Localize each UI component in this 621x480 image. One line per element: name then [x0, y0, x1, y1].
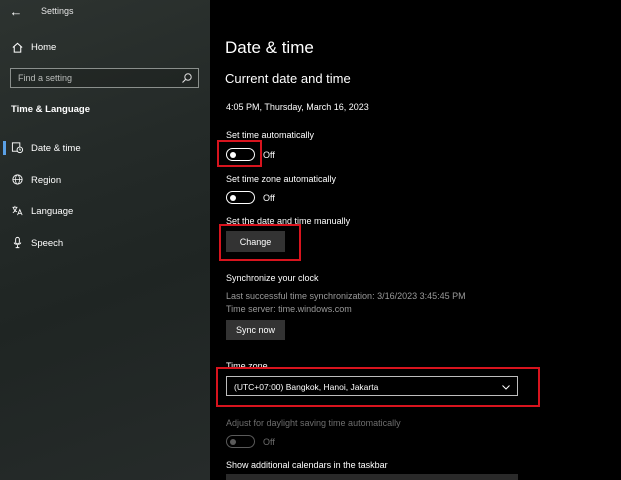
- sidebar-item-date-time[interactable]: Date & time: [0, 137, 210, 159]
- last-sync-text: Last successful time synchronization: 3/…: [226, 291, 466, 301]
- home-nav-item[interactable]: Home: [0, 38, 210, 58]
- additional-calendars-label: Show additional calendars in the taskbar: [226, 460, 388, 470]
- sidebar-item-language[interactable]: Language: [0, 200, 210, 222]
- search-box[interactable]: [10, 68, 199, 88]
- sidebar-item-label: Date & time: [31, 143, 81, 154]
- manual-set-label: Set the date and time manually: [226, 216, 351, 226]
- title-bar: ← Settings: [0, 0, 210, 24]
- sidebar-item-label: Speech: [31, 238, 64, 249]
- sync-heading: Synchronize your clock: [226, 273, 319, 283]
- toggle-knob: [230, 151, 236, 158]
- microphone-icon: [13, 236, 22, 249]
- timezone-label: Time zone: [226, 361, 268, 371]
- selected-indicator: [3, 141, 6, 155]
- home-label: Home: [31, 42, 57, 53]
- dst-label: Adjust for daylight saving time automati…: [226, 418, 401, 428]
- page-title: Date & time: [225, 38, 314, 57]
- dst-toggle[interactable]: [226, 435, 255, 448]
- set-timezone-auto-state: Off: [263, 193, 275, 203]
- set-timezone-auto-label: Set time zone automatically: [226, 174, 337, 184]
- search-input[interactable]: [11, 69, 181, 87]
- home-icon: [12, 42, 23, 53]
- sidebar-item-region[interactable]: Region: [0, 169, 210, 191]
- sidebar-item-label: Region: [31, 175, 62, 186]
- toggle-knob: [230, 194, 236, 201]
- set-time-auto-label: Set time automatically: [226, 130, 315, 140]
- change-button[interactable]: Change: [226, 231, 285, 252]
- window-title: Settings: [41, 6, 74, 16]
- back-arrow-icon[interactable]: ←: [8, 4, 24, 20]
- toggle-knob: [230, 438, 236, 445]
- chevron-down-icon: [502, 385, 510, 390]
- set-time-auto-state: Off: [263, 150, 275, 160]
- current-datetime: 4:05 PM, Thursday, March 16, 2023: [226, 102, 369, 112]
- dst-state: Off: [263, 437, 275, 447]
- additional-calendars-dropdown[interactable]: [226, 474, 518, 480]
- set-timezone-auto-toggle[interactable]: [226, 191, 255, 204]
- set-time-auto-toggle[interactable]: [226, 148, 255, 161]
- calendar-clock-icon: [11, 142, 24, 154]
- time-server-text: Time server: time.windows.com: [226, 304, 352, 314]
- search-icon[interactable]: [181, 72, 193, 84]
- sidebar-item-speech[interactable]: Speech: [0, 232, 210, 254]
- timezone-value: (UTC+07:00) Bangkok, Hanoi, Jakarta: [234, 382, 379, 392]
- language-icon: [12, 205, 23, 216]
- sidebar: ← Settings Home Time & Language Date & t…: [0, 0, 210, 480]
- timezone-dropdown[interactable]: (UTC+07:00) Bangkok, Hanoi, Jakarta: [226, 376, 518, 396]
- main-content: Date & time Current date and time 4:05 P…: [210, 0, 621, 480]
- globe-icon: [12, 174, 23, 185]
- sidebar-item-label: Language: [31, 206, 74, 217]
- section-title: Time & Language: [11, 104, 91, 115]
- section-subtitle: Current date and time: [225, 71, 351, 86]
- sync-now-button[interactable]: Sync now: [226, 320, 285, 340]
